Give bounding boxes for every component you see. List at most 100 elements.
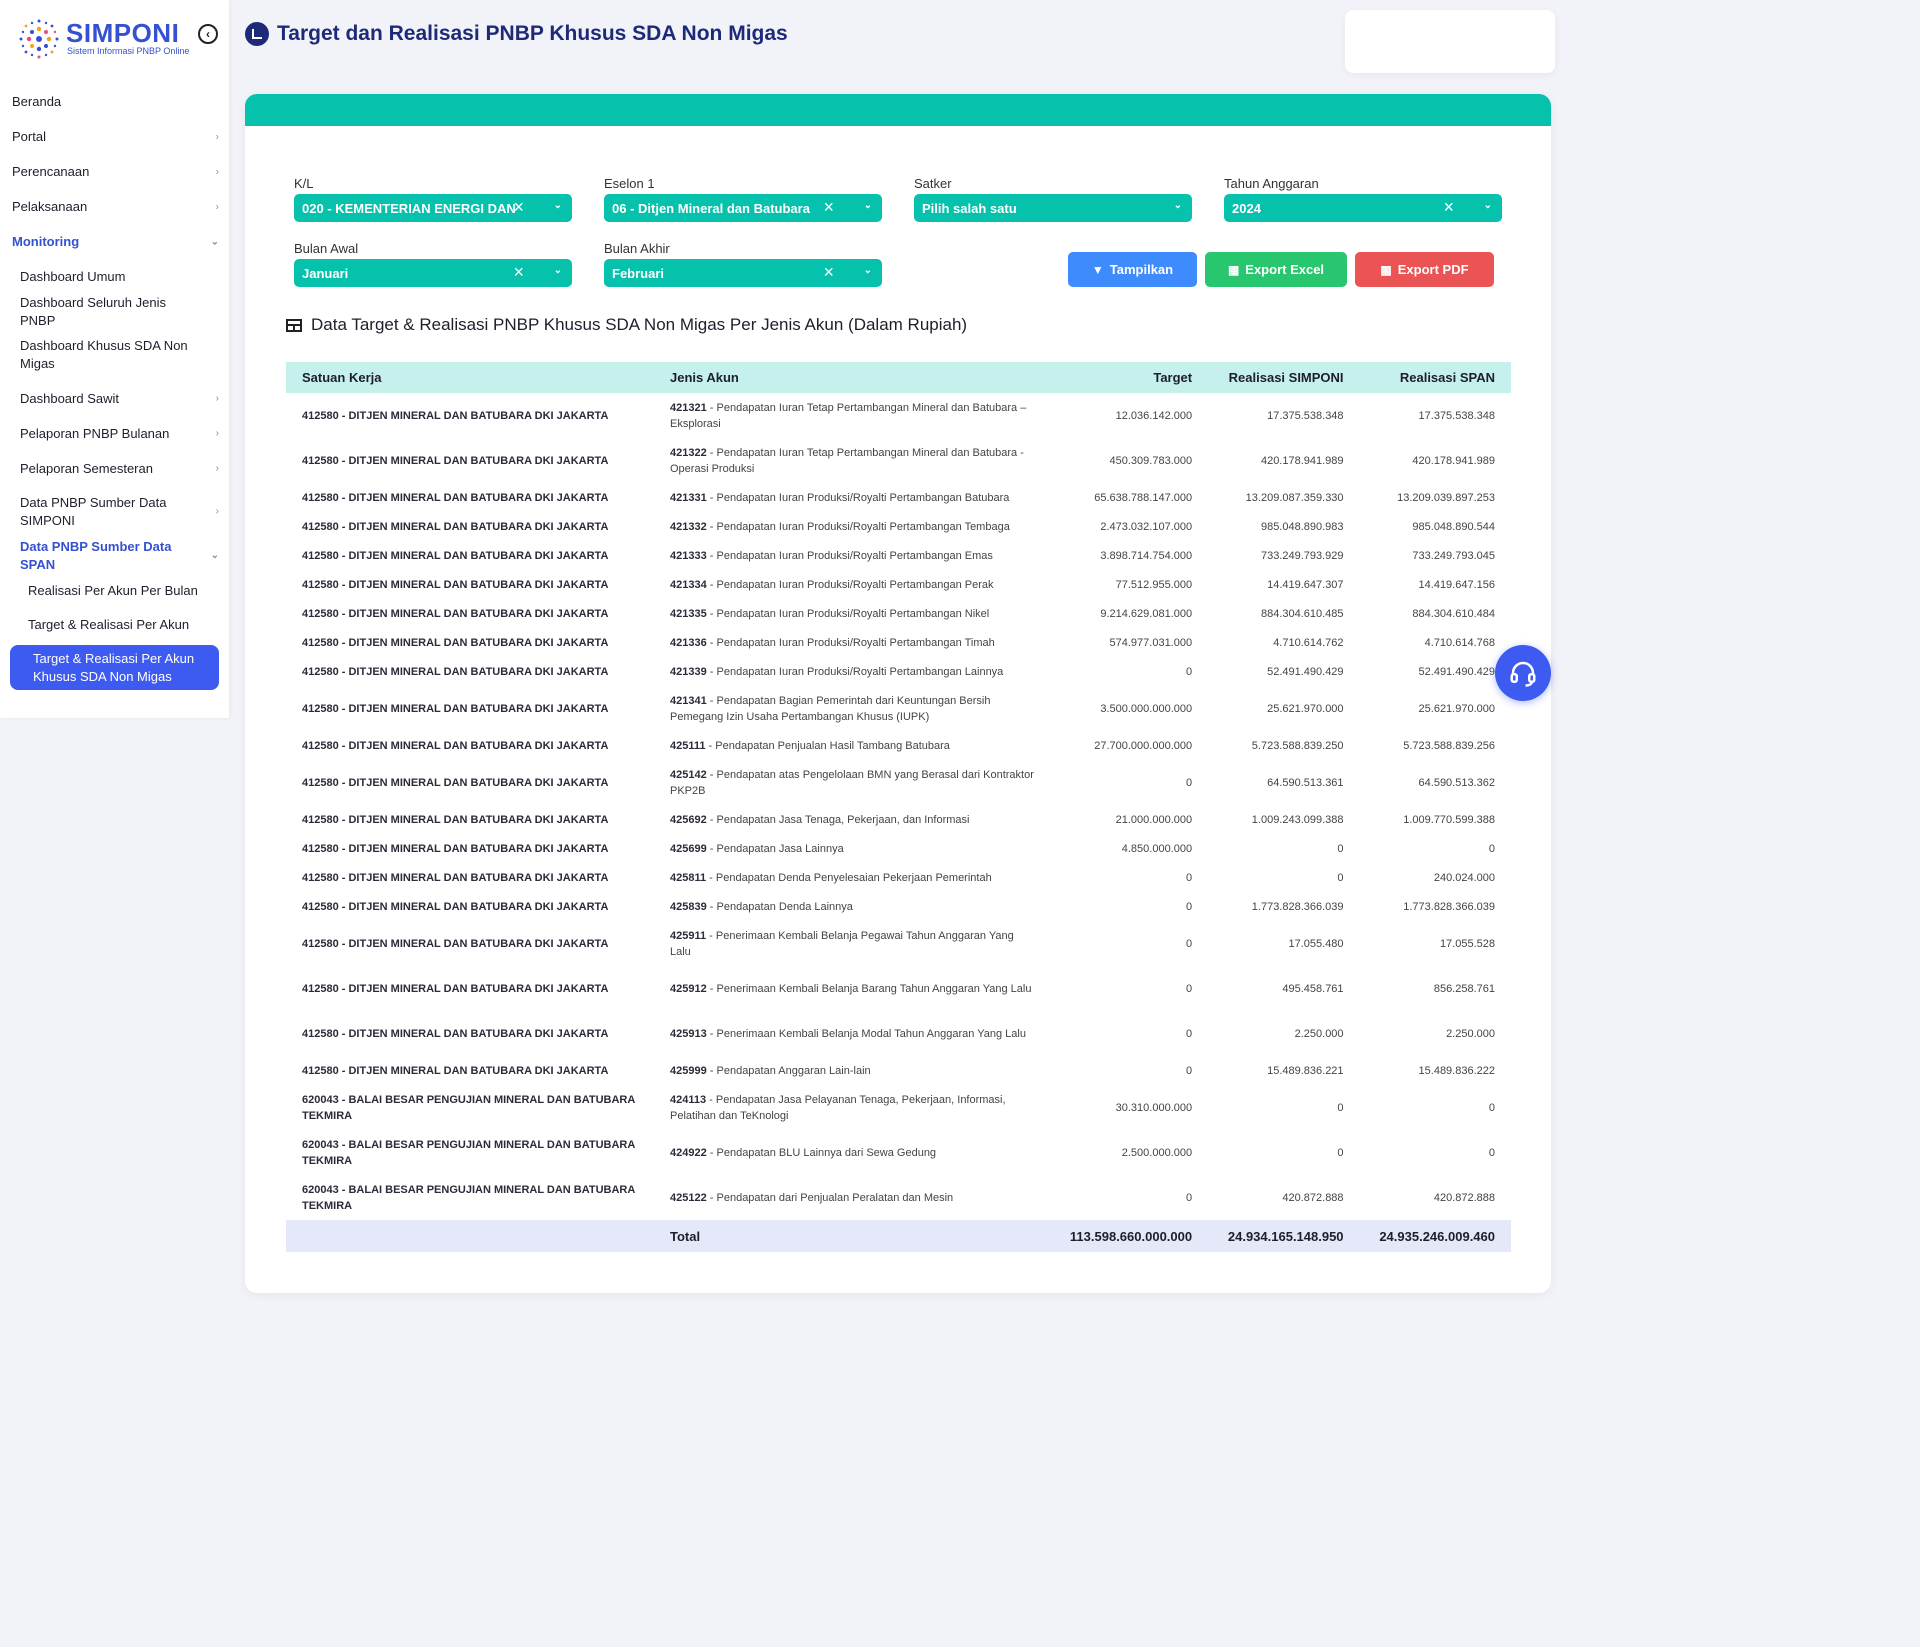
target-cell: 3.500.000.000.000: [1100, 702, 1193, 715]
realisasi-simponi-cell: 985.048.890.983: [1260, 520, 1344, 533]
clear-icon[interactable]: ×: [513, 197, 524, 218]
header-user-card[interactable]: [1345, 10, 1555, 73]
akun-name: Pendapatan Jasa Pelayanan Tenaga, Pekerj…: [670, 1093, 1006, 1122]
filter-satker: Satker Pilih salah satu ⌄: [914, 176, 1192, 222]
target-cell: 27.700.000.000.000: [1094, 739, 1193, 752]
sidebar-item-target-realisasi[interactable]: Target & Realisasi Per Akun: [0, 607, 229, 641]
clear-icon[interactable]: ×: [823, 197, 834, 218]
realisasi-simponi-cell: 0: [1337, 1146, 1344, 1159]
realisasi-simponi-cell: 17.375.538.348: [1267, 409, 1344, 422]
sidebar-item-pelaporan-bulanan[interactable]: Pelaporan PNBP Bulanan ›: [0, 416, 229, 451]
sidebar-item-monitoring[interactable]: Monitoring ⌄: [0, 224, 229, 259]
sidebar-nav: Beranda Portal › Perencanaan › Pelaksanaan…: [0, 84, 229, 690]
clear-icon[interactable]: ×: [1443, 197, 1454, 218]
table-row: 412580 - DITJEN MINERAL DAN BATUBARA DKI…: [286, 541, 1511, 570]
sidebar-item-perencanaan[interactable]: Perencanaan ›: [0, 154, 229, 189]
table-row: 412580 - DITJEN MINERAL DAN BATUBARA DKI…: [286, 393, 1511, 438]
filter-label: Eselon 1: [604, 176, 655, 191]
tampilkan-button[interactable]: ▼ Tampilkan: [1068, 252, 1197, 287]
kl-select[interactable]: 020 - KEMENTERIAN ENERGI DAN × ⌄: [294, 194, 572, 222]
realisasi-simponi-cell: 0: [1337, 871, 1344, 884]
realisasi-span-cell: 1.009.770.599.388: [1403, 813, 1495, 826]
satuan-kerja-cell: 412580 - DITJEN MINERAL DAN BATUBARA DKI…: [302, 871, 609, 884]
satuan-kerja-cell: 412580 - DITJEN MINERAL DAN BATUBARA DKI…: [302, 900, 609, 913]
sidebar-item-data-simponi[interactable]: Data PNBP Sumber Data SIMPONI ›: [0, 486, 229, 538]
sidebar-item-realisasi-per-bulan[interactable]: Realisasi Per Akun Per Bulan: [0, 573, 229, 607]
jenis-akun-cell: 421321 - Pendapatan Iuran Tetap Pertamba…: [670, 401, 1027, 430]
sidebar-item-dashboard-sawit[interactable]: Dashboard Sawit ›: [0, 381, 229, 416]
realisasi-span-cell: 15.489.836.222: [1418, 1064, 1495, 1077]
satuan-kerja-cell: 620043 - BALAI BESAR PENGUJIAN MINERAL D…: [302, 1183, 635, 1212]
target-cell: 0: [1185, 776, 1193, 789]
total-simponi: 24.934.165.148.950: [1208, 1220, 1360, 1252]
satuan-kerja-cell: 412580 - DITJEN MINERAL DAN BATUBARA DKI…: [302, 776, 609, 789]
akun-code: 421331: [670, 491, 707, 504]
akun-code: 425111: [670, 739, 706, 752]
simponi-logo[interactable]: SIMPONI Sistem Informasi PNBP Online: [14, 14, 214, 66]
satuan-kerja-cell: 412580 - DITJEN MINERAL DAN BATUBARA DKI…: [302, 491, 609, 504]
table-row: 412580 - DITJEN MINERAL DAN BATUBARA DKI…: [286, 1056, 1511, 1085]
export-pdf-button[interactable]: ▩ Export PDF: [1355, 252, 1494, 287]
akun-code: 424922: [670, 1146, 707, 1159]
column-header[interactable]: Realisasi SPAN: [1359, 362, 1511, 393]
akun-name: Pendapatan Iuran Produksi/Royalti Pertam…: [716, 549, 993, 562]
target-cell: 450.309.783.000: [1109, 454, 1193, 467]
sidebar-item-dashboard-umum[interactable]: Dashboard Umum: [0, 259, 229, 294]
sidebar-item-portal[interactable]: Portal ›: [0, 119, 229, 154]
bulan-akhir-select[interactable]: Februari × ⌄: [604, 259, 882, 287]
satuan-kerja-cell: 412580 - DITJEN MINERAL DAN BATUBARA DKI…: [302, 842, 609, 855]
tahun-select[interactable]: 2024 × ⌄: [1224, 194, 1502, 222]
akun-name: Pendapatan Iuran Produksi/Royalti Pertam…: [716, 520, 1010, 533]
data-table: Satuan Kerja Jenis Akun Target Realisasi…: [286, 362, 1511, 1252]
sidebar-item-pelaksanaan[interactable]: Pelaksanaan ›: [0, 189, 229, 224]
sidebar-item-data-span[interactable]: Data PNBP Sumber Data SPAN ⌄: [0, 538, 229, 573]
select-value: Pilih salah satu: [922, 201, 1017, 216]
akun-name: Pendapatan Iuran Produksi/Royalti Pertam…: [716, 578, 994, 591]
satuan-kerja-cell: 412580 - DITJEN MINERAL DAN BATUBARA DKI…: [302, 549, 609, 562]
sidebar-item-label: Target & Realisasi Per Akun: [28, 616, 190, 632]
export-excel-button[interactable]: ▦ Export Excel: [1205, 252, 1347, 287]
akun-code: 425692: [670, 813, 707, 826]
column-header[interactable]: Jenis Akun: [654, 362, 1050, 393]
satker-select[interactable]: Pilih salah satu ⌄: [914, 194, 1192, 222]
collapse-sidebar-button[interactable]: ‹: [198, 24, 218, 44]
filter-label: Bulan Awal: [294, 241, 359, 256]
target-cell: 2.473.032.107.000: [1100, 520, 1193, 533]
table-row: 412580 - DITJEN MINERAL DAN BATUBARA DKI…: [286, 966, 1511, 1011]
sidebar-item-beranda[interactable]: Beranda: [0, 84, 229, 119]
support-chat-button[interactable]: [1495, 645, 1551, 701]
clear-icon[interactable]: ×: [513, 262, 524, 283]
realisasi-span-cell: 985.048.890.544: [1412, 520, 1495, 533]
chevron-down-icon: ⌄: [210, 549, 219, 561]
filter-icon: ▼: [1091, 262, 1104, 277]
sidebar-item-dashboard-sda[interactable]: Dashboard Khusus SDA Non Migas: [0, 329, 229, 381]
eselon-select[interactable]: 06 - Ditjen Mineral dan Batubara × ⌄: [604, 194, 882, 222]
column-header[interactable]: Realisasi SIMPONI: [1208, 362, 1360, 393]
sidebar-item-target-realisasi-sda[interactable]: Target & Realisasi Per Akun Khusus SDA N…: [10, 645, 219, 690]
realisasi-span-cell: 0: [1488, 1146, 1495, 1159]
sidebar-item-pelaporan-semesteran[interactable]: Pelaporan Semesteran ›: [0, 451, 229, 486]
realisasi-span-cell: 420.872.888: [1433, 1191, 1495, 1204]
akun-name: Pendapatan Jasa Tenaga, Pekerjaan, dan I…: [716, 813, 970, 826]
akun-code: 421321: [670, 401, 707, 414]
table-row: 412580 - DITJEN MINERAL DAN BATUBARA DKI…: [286, 686, 1511, 731]
sidebar-item-dashboard-seluruh[interactable]: Dashboard Seluruh Jenis PNBP: [0, 294, 229, 329]
clear-icon[interactable]: ×: [823, 262, 834, 283]
total-label: Total: [654, 1220, 1050, 1252]
bulan-awal-select[interactable]: Januari × ⌄: [294, 259, 572, 287]
realisasi-simponi-cell: 25.621.970.000: [1267, 702, 1344, 715]
main-card: K/L 020 - KEMENTERIAN ENERGI DAN × ⌄ Ese…: [245, 94, 1551, 1293]
column-header[interactable]: Satuan Kerja: [286, 362, 654, 393]
akun-name: Penerimaan Kembali Belanja Pegawai Tahun…: [670, 929, 1014, 958]
akun-code: 421335: [670, 607, 707, 620]
table-row: 412580 - DITJEN MINERAL DAN BATUBARA DKI…: [286, 805, 1511, 834]
jenis-akun-cell: 425999 - Pendapatan Anggaran Lain-lain: [670, 1064, 871, 1077]
realisasi-span-cell: 733.249.793.045: [1412, 549, 1495, 562]
pdf-file-icon: ▩: [1380, 262, 1392, 277]
column-header[interactable]: Target: [1050, 362, 1209, 393]
akun-name: Pendapatan Iuran Tetap Pertambangan Mine…: [670, 401, 1027, 430]
table-row: 412580 - DITJEN MINERAL DAN BATUBARA DKI…: [286, 863, 1511, 892]
target-cell: 77.512.955.000: [1115, 578, 1193, 591]
table-icon: [286, 318, 302, 332]
satuan-kerja-cell: 412580 - DITJEN MINERAL DAN BATUBARA DKI…: [302, 607, 609, 620]
